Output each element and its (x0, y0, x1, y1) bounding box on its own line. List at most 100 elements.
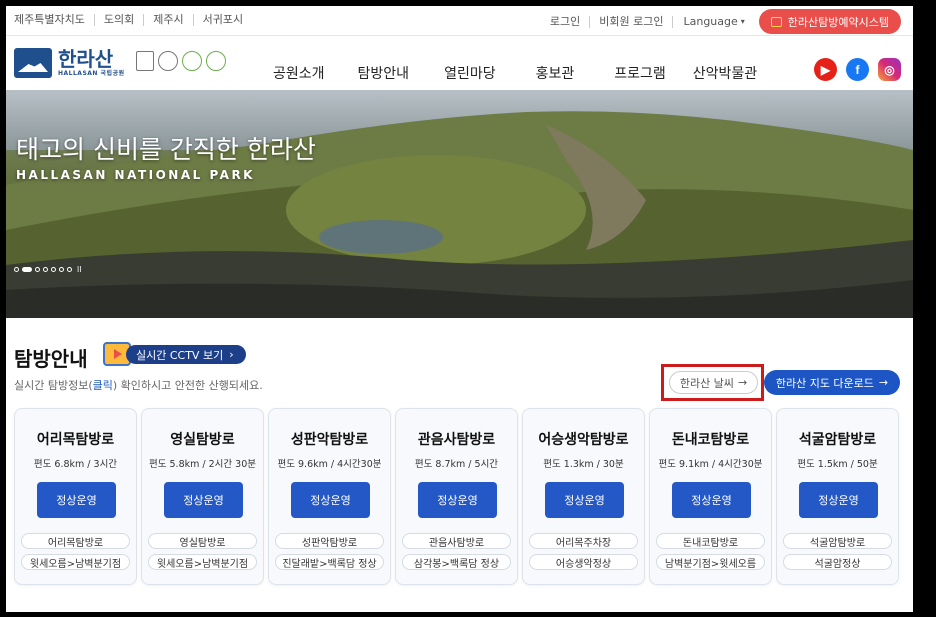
slide-dot[interactable] (59, 267, 64, 272)
nav-visit-guide[interactable]: 탐방안내 (358, 63, 410, 83)
slide-dot[interactable] (14, 267, 19, 272)
youtube-icon[interactable]: ▶ (814, 58, 837, 81)
site-header: 한라산 HALLASAN 국립공원 공원소개 탐방안내 열린마당 홍보관 프로그… (6, 37, 913, 90)
guest-login-link[interactable]: 비회원 로그인 (590, 15, 674, 28)
trail-name: 영실탐방로 (170, 432, 235, 448)
trail-section-tag: 어리목주차장 (529, 533, 638, 549)
slide-dot[interactable] (67, 267, 72, 272)
trail-status: 정상운영 (164, 482, 243, 518)
section-title: 탐방안내 (14, 347, 88, 371)
trail-name: 어리목탐방로 (36, 432, 115, 448)
trail-section-tag: 영실탐방로 (148, 533, 257, 549)
chevron-right-icon: › (229, 348, 234, 361)
reservation-button[interactable]: 한라산탐방예약시스템 (758, 9, 901, 34)
pause-icon[interactable]: II (77, 265, 81, 274)
nav-promotion[interactable]: 홍보관 (536, 63, 575, 83)
browser-viewport: 제주특별자치도 도의회 제주시 서귀포시 로그인 비회원 로그인 Languag… (6, 6, 913, 612)
trail-section-tag: 남벽분기점>윗세오름 (656, 554, 765, 570)
trail-card[interactable]: 성판악탐방로 편도 9.6km / 4시간30분 정상운영 성판악탐방로 진달래… (268, 408, 391, 585)
nav-park-intro[interactable]: 공원소개 (273, 63, 325, 83)
slide-dot[interactable] (51, 267, 56, 272)
trail-card[interactable]: 관음사탐방로 편도 8.7km / 5시간 정상운영 관음사탐방로 삼각봉>백록… (395, 408, 518, 585)
trail-name: 어승생악탐방로 (538, 432, 629, 448)
link-seogwipo-city[interactable]: 서귀포시 (194, 14, 252, 26)
hero-title: 태고의 신비를 간직한 한라산 (16, 135, 316, 164)
chevron-down-icon: ▾ (740, 17, 745, 26)
link-jeju-province[interactable]: 제주특별자치도 (14, 14, 95, 26)
trail-section-tag: 어리목탐방로 (21, 533, 130, 549)
trail-info: 편도 1.5km / 50분 (797, 459, 878, 470)
trail-status: 정상운영 (291, 482, 370, 518)
site-logo[interactable]: 한라산 HALLASAN 국립공원 (14, 48, 125, 78)
cctv-button[interactable]: 실시간 CCTV 보기 › (126, 345, 246, 364)
related-sites: 제주특별자치도 도의회 제주시 서귀포시 (14, 14, 252, 26)
nav-program[interactable]: 프로그램 (614, 63, 666, 83)
reservation-label: 한라산탐방예약시스템 (787, 15, 889, 29)
hero-subtitle: HALLASAN NATIONAL PARK (16, 168, 255, 182)
biosphere-icon (182, 51, 202, 71)
calendar-icon (770, 16, 782, 27)
trail-status: 정상운영 (799, 482, 878, 518)
slider-pagination: II (14, 265, 81, 274)
geopark-icon (206, 51, 226, 71)
weather-button[interactable]: 한라산 날씨 → (669, 371, 758, 394)
certification-badges (136, 51, 226, 71)
trail-section-tag: 진달래밭>백록담 정상 (275, 554, 384, 570)
utility-bar: 제주특별자치도 도의회 제주시 서귀포시 로그인 비회원 로그인 Languag… (6, 6, 913, 36)
language-label: Language (683, 15, 738, 28)
unesco-icon (136, 51, 154, 71)
social-links: ▶ f ◎ (814, 58, 901, 81)
nav-museum[interactable]: 산악박물관 (693, 63, 757, 83)
hero-banner: 태고의 신비를 간직한 한라산 HALLASAN NATIONAL PARK I… (6, 90, 913, 318)
trail-info: 편도 8.7km / 5시간 (414, 459, 499, 470)
trail-info: 편도 9.6km / 4시간30분 (277, 459, 382, 470)
section-description: 실시간 탐방정보(클릭) 확인하시고 안전한 산행되세요. (14, 379, 263, 392)
facebook-icon[interactable]: f (846, 58, 869, 81)
arrow-right-icon: → (737, 376, 748, 389)
trail-section-tag: 윗세오름>남벽분기점 (148, 554, 257, 570)
trail-info: 편도 5.8km / 2시간 30분 (149, 459, 256, 470)
nav-open-forum[interactable]: 열린마당 (444, 63, 496, 83)
slide-dot[interactable] (43, 267, 48, 272)
language-selector[interactable]: Language ▾ (673, 15, 754, 28)
logo-korean: 한라산 (58, 47, 114, 71)
account-links: 로그인 비회원 로그인 Language ▾ 한라산탐방예약시스템 (541, 9, 901, 34)
trail-card[interactable]: 석굴암탐방로 편도 1.5km / 50분 정상운영 석굴암탐방로 석굴암정상 (776, 408, 899, 585)
trail-status: 정상운영 (418, 482, 497, 518)
trail-card[interactable]: 영실탐방로 편도 5.8km / 2시간 30분 정상운영 영실탐방로 윗세오름… (141, 408, 264, 585)
arrow-right-icon: → (878, 376, 889, 389)
instagram-icon[interactable]: ◎ (878, 58, 901, 81)
link-jeju-city[interactable]: 제주시 (144, 14, 194, 26)
map-download-button[interactable]: 한라산 지도 다운로드 → (764, 370, 900, 395)
trail-section-tag: 돈내코탐방로 (656, 533, 765, 549)
trail-section-tag: 윗세오름>남벽분기점 (21, 554, 130, 570)
trail-status: 정상운영 (37, 482, 116, 518)
trail-cards: 어리목탐방로 편도 6.8km / 3시간 정상운영 어리목탐방로 윗세오름>남… (14, 408, 899, 585)
world-heritage-icon (158, 51, 178, 71)
slide-dot[interactable] (35, 267, 40, 272)
trail-card[interactable]: 어리목탐방로 편도 6.8km / 3시간 정상운영 어리목탐방로 윗세오름>남… (14, 408, 137, 585)
trail-section-tag: 삼각봉>백록담 정상 (402, 554, 511, 570)
link-council[interactable]: 도의회 (95, 14, 145, 26)
mountain-logo-icon (14, 48, 52, 78)
map-download-label: 한라산 지도 다운로드 (775, 376, 874, 390)
trail-section-tag: 어승생악정상 (529, 554, 638, 570)
slide-dot-active[interactable] (22, 267, 32, 272)
cctv-label: 실시간 CCTV 보기 (136, 348, 224, 362)
trail-section-tag: 성판악탐방로 (275, 533, 384, 549)
trail-status: 정상운영 (672, 482, 751, 518)
trail-name: 석굴암탐방로 (798, 432, 877, 448)
logo-english: HALLASAN 국립공원 (58, 70, 125, 77)
trail-name: 관음사탐방로 (417, 432, 496, 448)
trail-info: 편도 6.8km / 3시간 (33, 459, 118, 470)
trail-card[interactable]: 어승생악탐방로 편도 1.3km / 30분 정상운영 어리목주차장 어승생악정… (522, 408, 645, 585)
trail-name: 돈내코탐방로 (671, 432, 750, 448)
trail-info: 편도 1.3km / 30분 (543, 459, 624, 470)
login-link[interactable]: 로그인 (541, 15, 591, 28)
main-nav: 공원소개 탐방안내 열린마당 홍보관 프로그램 산악박물관 (266, 63, 757, 83)
trail-section-tag: 석굴암탐방로 (783, 533, 892, 549)
trail-section-tag: 석굴암정상 (783, 554, 892, 570)
realtime-info-link[interactable]: 클릭 (93, 379, 113, 392)
trail-card[interactable]: 돈내코탐방로 편도 9.1km / 4시간30분 정상운영 돈내코탐방로 남벽분… (649, 408, 772, 585)
trail-status: 정상운영 (545, 482, 624, 518)
